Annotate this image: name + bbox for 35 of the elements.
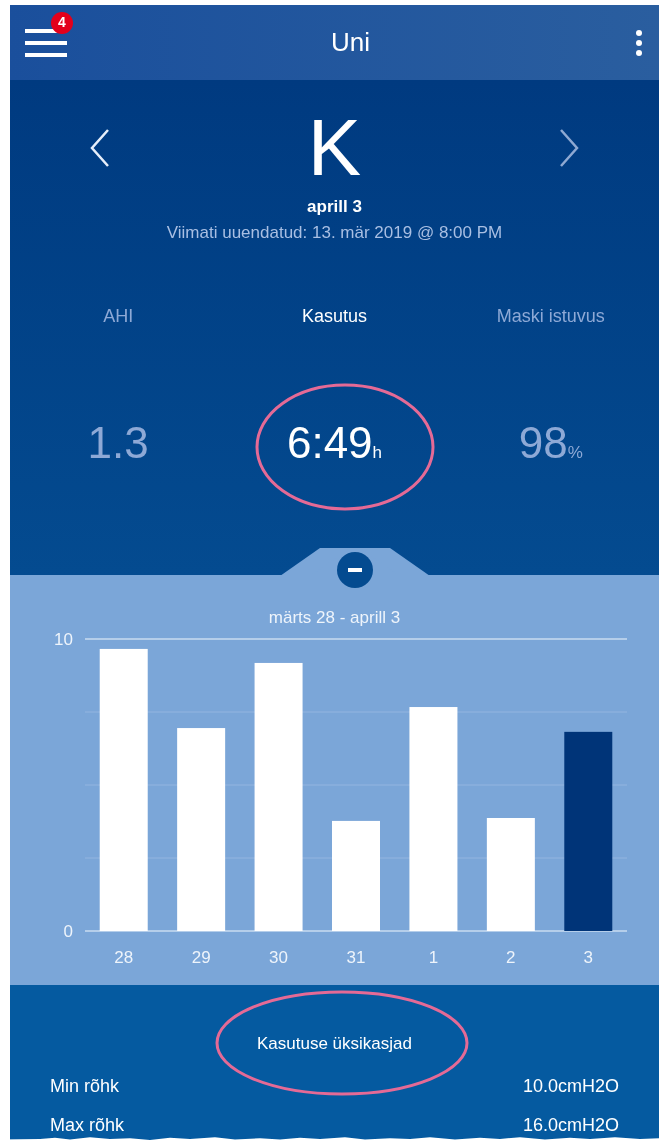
axis-label: 31 xyxy=(346,947,366,967)
bar[interactable] xyxy=(409,706,458,931)
metric-value: 98% xyxy=(518,417,583,469)
date-range-label: märts 28 - aprill 3 xyxy=(268,607,401,629)
bar[interactable] xyxy=(177,727,226,931)
detail-label: Min rõhk xyxy=(50,1074,120,1098)
minus-icon xyxy=(348,568,362,572)
metric-value: 6:49h xyxy=(286,417,383,469)
notification-badge: 4 xyxy=(51,11,73,34)
more-menu-button[interactable] xyxy=(634,29,644,56)
axis-label: 30 xyxy=(269,947,289,967)
metric-tab[interactable]: Kasutus xyxy=(301,303,367,330)
metric-tab[interactable]: Maski istuvus xyxy=(496,303,605,330)
metric-value: 1.3 xyxy=(87,417,149,469)
collapse-button[interactable] xyxy=(337,552,373,588)
day-letter: K xyxy=(307,108,362,188)
axis-label: 3 xyxy=(583,947,593,967)
bar[interactable] xyxy=(99,648,148,931)
axis-label: 28 xyxy=(114,947,134,967)
detail-value: 16.0cmH2O xyxy=(522,1113,619,1137)
bar[interactable] xyxy=(564,731,613,931)
axis-label: 29 xyxy=(191,947,211,967)
axis-label: 0 xyxy=(63,921,73,941)
detail-label: Max rõhk xyxy=(50,1113,125,1137)
axis-label: 2 xyxy=(506,947,516,967)
bar[interactable] xyxy=(486,817,535,931)
details-title: Kasutuse üksikasjad xyxy=(257,1033,412,1055)
detail-value: 10.0cmH2O xyxy=(522,1074,619,1098)
screen-title: Uni xyxy=(331,26,370,59)
last-updated-text: Viimati uuendatud: 13. mär 2019 @ 8:00 PM xyxy=(166,221,503,244)
bar[interactable] xyxy=(254,662,303,931)
metric-tab[interactable]: AHI xyxy=(103,303,134,330)
axis-label: 1 xyxy=(428,947,439,967)
date-label: aprill 3 xyxy=(307,196,362,218)
axis-label: 10 xyxy=(54,630,73,649)
